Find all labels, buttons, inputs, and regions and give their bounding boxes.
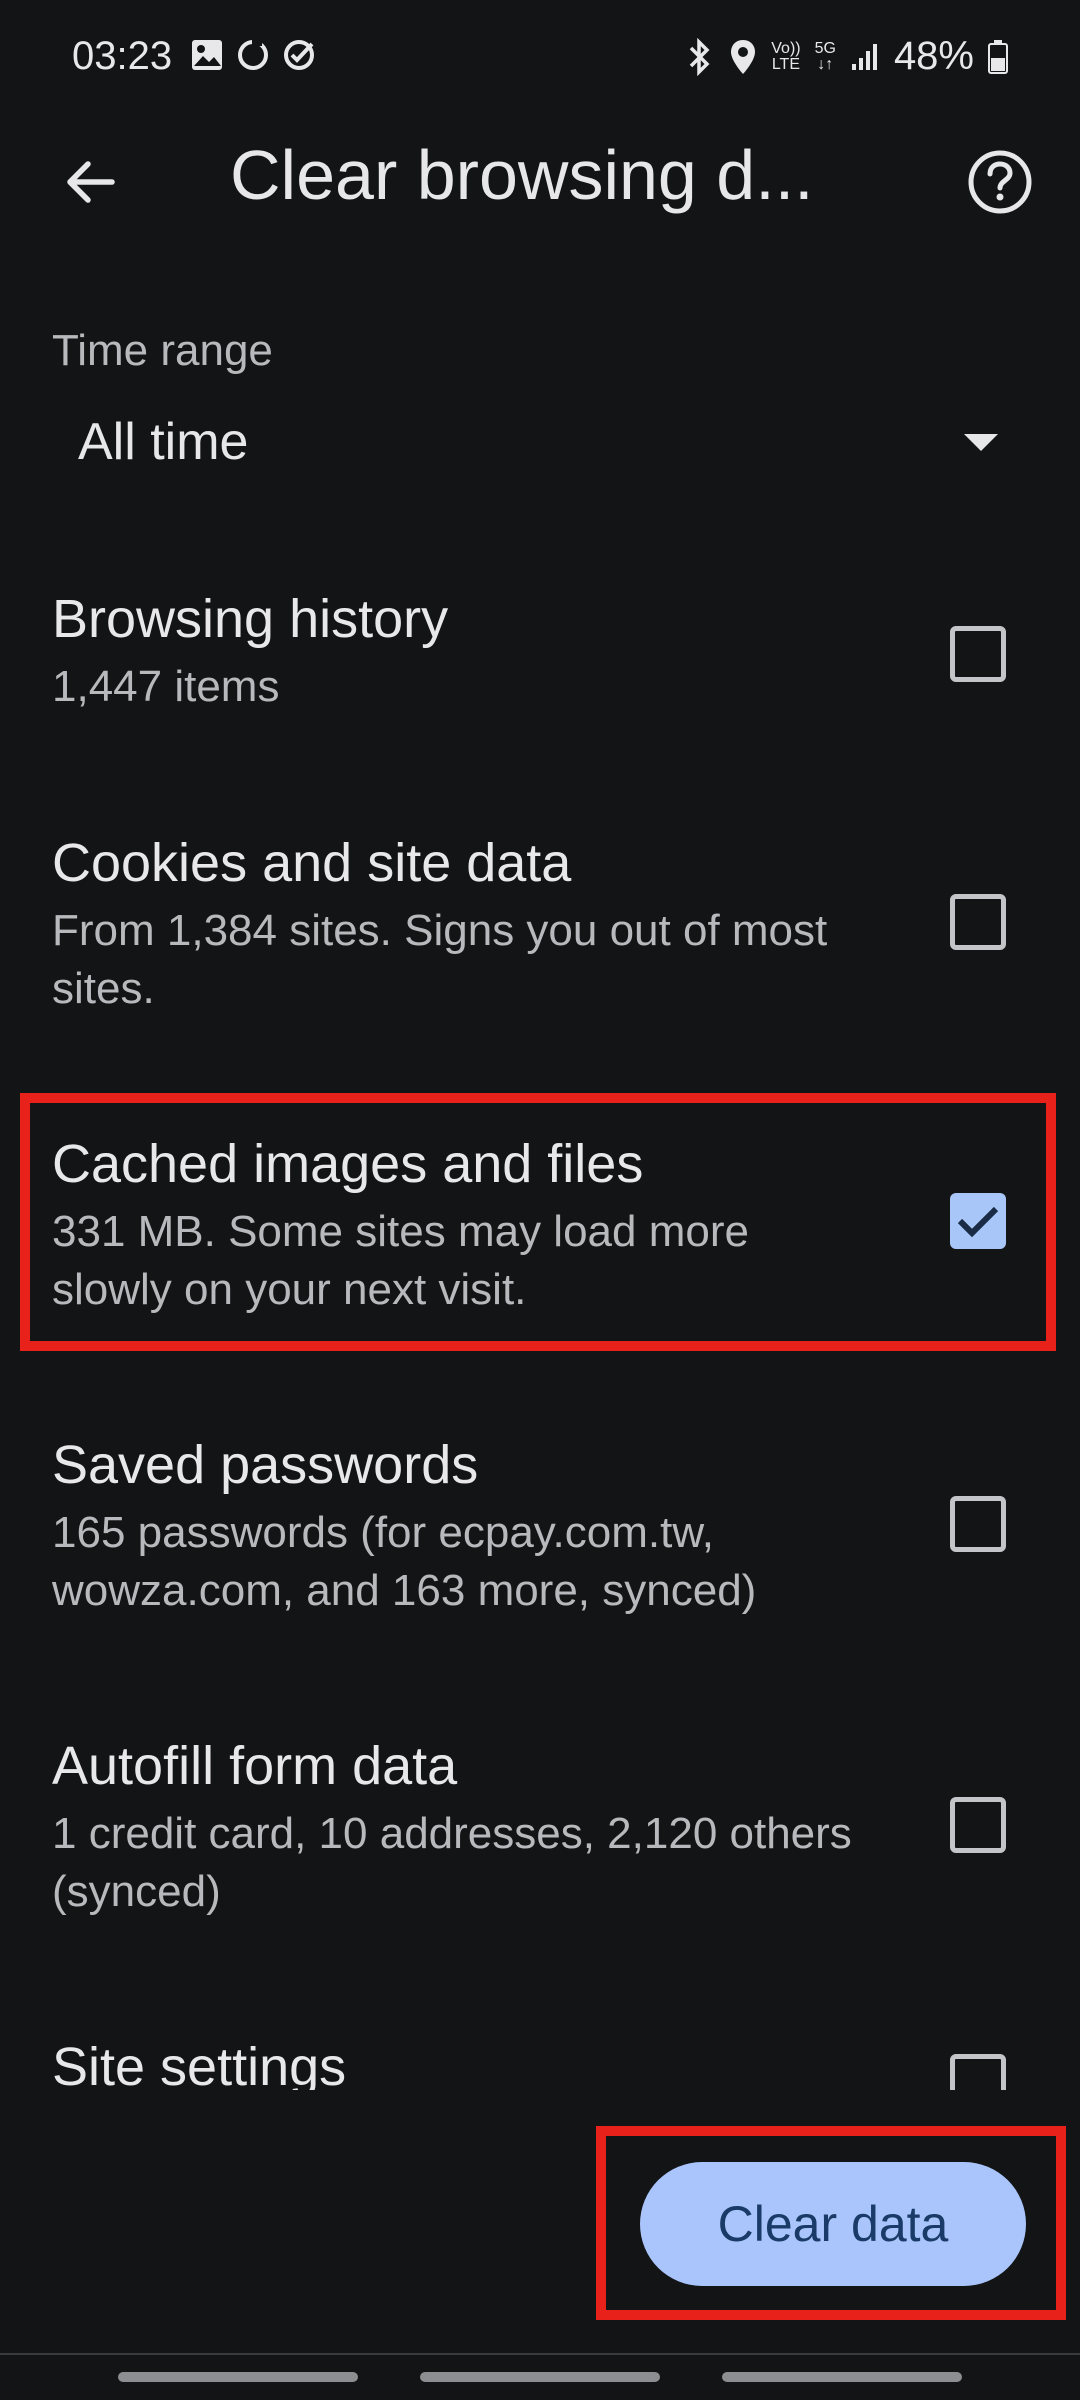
option-cookies[interactable]: Cookies and site data From 1,384 sites. … — [0, 832, 1080, 1032]
battery-icon — [988, 39, 1008, 74]
help-icon — [968, 150, 1032, 214]
site-settings-checkbox[interactable] — [950, 2054, 1006, 2090]
time-range-section: Time range All time — [0, 320, 1080, 490]
sync-ring-icon — [238, 38, 268, 70]
volte-top-label: Vo)) — [771, 39, 801, 57]
option-description: 1 credit card, 10 addresses, 2,120 other… — [52, 1809, 852, 1916]
back-arrow-icon — [67, 161, 115, 203]
notification-icons — [190, 38, 318, 72]
status-indicators: Vo)) LTE 5G ↓↑ 48% — [685, 34, 1008, 79]
option-browsing-history[interactable]: Browsing history 1,447 items — [0, 588, 1080, 748]
scroll-clip-area: Site settings — [0, 1980, 1080, 2090]
option-description: 165 passwords (for ecpay.com.tw, wowza.c… — [52, 1508, 757, 1615]
network-activity-label: ↓↑ — [817, 55, 834, 73]
status-time: 03:23 — [72, 34, 173, 78]
option-title: Browsing history — [52, 589, 449, 649]
time-range-value: All time — [78, 413, 249, 471]
volte-indicator: Vo)) LTE — [771, 39, 801, 73]
time-range-label: Time range — [52, 326, 273, 375]
option-description: 1,447 items — [52, 662, 280, 711]
option-autofill[interactable]: Autofill form data 1 credit card, 10 add… — [0, 1735, 1080, 1935]
option-title: Cookies and site data — [52, 833, 572, 893]
network-type-label: 5G — [814, 39, 836, 57]
signal-icon — [851, 43, 877, 70]
option-title: Cached images and files — [52, 1134, 644, 1194]
clear-data-button[interactable]: Clear data — [640, 2162, 1026, 2286]
bottom-divider — [0, 2353, 1080, 2355]
dropdown-arrow-icon — [964, 434, 998, 451]
option-title: Site settings — [52, 2037, 347, 2090]
nav-back-button[interactable] — [722, 2372, 962, 2382]
browsing-history-checkbox[interactable] — [950, 626, 1006, 682]
saved-passwords-checkbox[interactable] — [950, 1496, 1006, 1552]
cached-images-checkbox[interactable] — [950, 1193, 1006, 1249]
bluetooth-icon — [690, 37, 710, 76]
option-description: 331 MB. Some sites may load more slowly … — [52, 1207, 749, 1314]
back-button[interactable] — [50, 142, 130, 222]
nav-recents-button[interactable] — [118, 2372, 358, 2382]
app-bar: Clear browsing d... — [0, 120, 1080, 240]
cookies-checkbox[interactable] — [950, 894, 1006, 950]
autofill-checkbox[interactable] — [950, 1797, 1006, 1853]
option-site-settings[interactable]: Site settings — [0, 2036, 1080, 2090]
location-icon — [731, 39, 756, 74]
battery-percent: 48% — [893, 34, 974, 78]
network-indicator: 5G ↓↑ — [814, 39, 836, 73]
option-title: Autofill form data — [52, 1736, 458, 1796]
option-title: Saved passwords — [52, 1435, 479, 1495]
option-saved-passwords[interactable]: Saved passwords 165 passwords (for ecpay… — [0, 1434, 1080, 1634]
status-bar: 03:23 Vo)) LTE 5G ↓↑ 48% — [0, 0, 1080, 120]
option-cached-images[interactable]: Cached images and files 331 MB. Some sit… — [0, 1133, 1080, 1333]
time-range-dropdown[interactable]: All time — [52, 400, 1028, 484]
check-circle-icon — [284, 40, 314, 70]
checkmark-icon — [957, 1206, 999, 1238]
help-button[interactable] — [960, 142, 1040, 222]
volte-bottom-label: LTE — [771, 55, 800, 73]
gallery-icon — [192, 40, 222, 70]
option-description: From 1,384 sites. Signs you out of most … — [52, 906, 828, 1013]
nav-home-button[interactable] — [420, 2372, 660, 2382]
page-title: Clear browsing d... — [230, 136, 814, 214]
